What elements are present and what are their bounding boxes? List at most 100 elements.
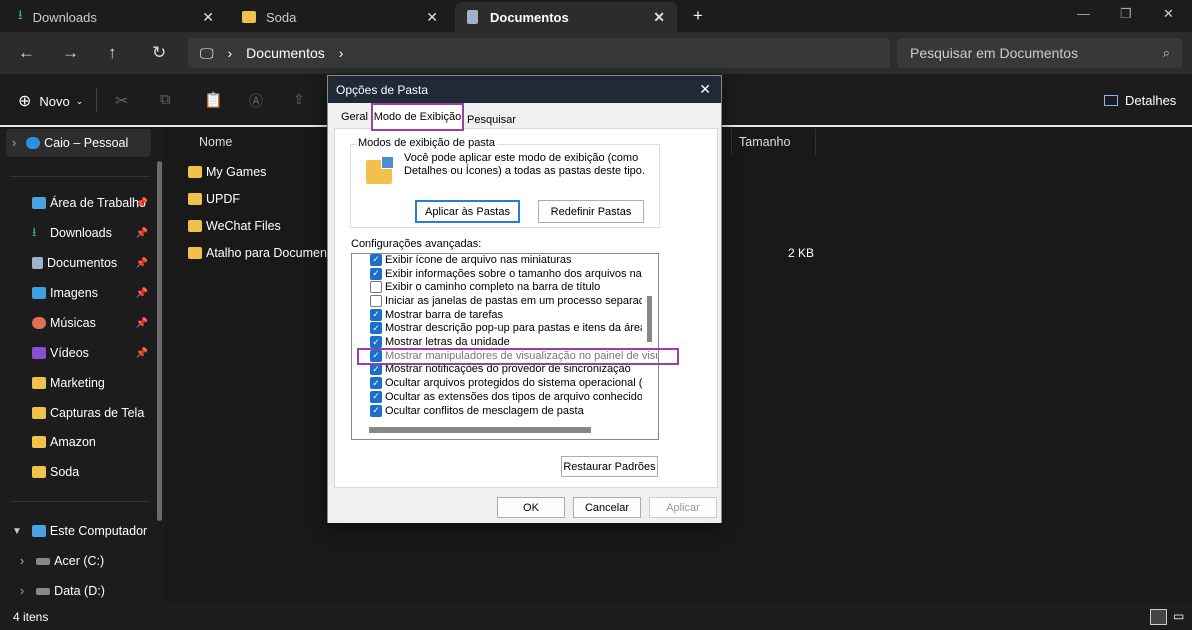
file-row[interactable]: WeChat Files [188, 219, 281, 233]
address-bar[interactable]: 🖵 › Documentos › [188, 38, 890, 68]
advanced-option[interactable]: ✓ Exibir informações sobre o tamanho dos … [370, 267, 642, 281]
file-name: WeChat Files [206, 219, 281, 233]
pin-icon[interactable]: 📌 [136, 258, 148, 269]
pin-icon[interactable]: 📌 [136, 318, 148, 329]
checkbox-unchecked[interactable] [370, 281, 382, 294]
refresh-icon[interactable]: ↻ [152, 43, 166, 63]
advanced-option[interactable]: Exibir o caminho completo na barra de tí… [370, 280, 642, 294]
back-icon[interactable]: ← [18, 43, 35, 63]
ok-button[interactable]: OK [497, 497, 565, 518]
advanced-settings-list[interactable]: ✓ Exibir ícone de arquivo nas miniaturas ✓… [351, 253, 659, 440]
sidebar-item-amazon[interactable]: Amazon [0, 428, 152, 456]
restore-defaults-button[interactable]: Restaurar Padrões [561, 456, 658, 477]
pin-icon[interactable]: 📌 [136, 348, 148, 359]
reset-folders-button[interactable]: Redefinir Pastas [538, 200, 644, 223]
advanced-option[interactable]: ✓ Mostrar letras da unidade [370, 335, 642, 349]
checkbox-checked[interactable]: ✓ [370, 308, 382, 321]
cut-icon[interactable]: ✂ [115, 91, 128, 111]
breadcrumb-documentos[interactable]: Documentos [246, 45, 325, 61]
up-icon[interactable]: ↑ [108, 43, 117, 63]
sidebar-item-desktop[interactable]: Área de Trabalho 📌 [0, 189, 152, 217]
tab-documentos[interactable]: Documentos ✕ [455, 2, 677, 32]
tiles-view-button[interactable]: ▭ [1173, 609, 1184, 623]
advanced-option[interactable]: ✓ Mostrar descrição pop-up para pastas e … [370, 322, 642, 336]
advanced-option[interactable]: Iniciar as janelas de pastas em um proce… [370, 294, 642, 308]
file-row[interactable]: Atalho para Documentos [188, 246, 344, 260]
checkbox-checked[interactable]: ✓ [370, 377, 382, 390]
tab-downloads[interactable]: ⭳ Downloads ✕ [6, 2, 226, 32]
advanced-option[interactable]: ✓ Ocultar conflitos de mesclagem de pasta [370, 404, 642, 418]
chevron-right-icon[interactable]: › [339, 45, 344, 61]
chevron-right-icon[interactable]: › [20, 584, 24, 598]
tab-pesquisar[interactable]: Pesquisar [467, 114, 516, 126]
minimize-button[interactable]: — [1077, 6, 1090, 21]
sidebar-label: Caio – Pessoal [44, 136, 129, 150]
column-divider[interactable] [731, 129, 732, 155]
sidebar-item-marketing[interactable]: Marketing [0, 369, 152, 397]
sidebar-item-music[interactable]: Músicas 📌 [0, 309, 152, 337]
tab-modo-de-exibicao[interactable]: Modo de Exibição [371, 103, 464, 131]
advanced-option[interactable]: ✓ Exibir ícone de arquivo nas miniaturas [370, 254, 642, 267]
close-tab-button[interactable]: ✕ [202, 9, 214, 26]
chevron-right-icon[interactable]: › [12, 136, 16, 150]
sidebar-item-documents[interactable]: Documentos 📌 [0, 249, 152, 277]
sidebar-scrollbar[interactable] [157, 161, 162, 521]
file-row[interactable]: My Games [188, 165, 266, 179]
rename-icon[interactable]: Ⓐ [249, 91, 263, 111]
close-tab-button[interactable]: ✕ [653, 9, 665, 26]
sidebar-item-pictures[interactable]: Imagens 📌 [0, 279, 152, 307]
column-divider[interactable] [815, 129, 816, 155]
pin-icon[interactable]: 📌 [136, 198, 148, 209]
apply-button[interactable]: Aplicar [649, 497, 717, 518]
advanced-option[interactable]: ✓ Ocultar arquivos protegidos do sistema … [370, 376, 642, 390]
sidebar-item-capturas[interactable]: Capturas de Tela [0, 399, 152, 427]
checkbox-checked[interactable]: ✓ [370, 254, 382, 266]
details-view-button[interactable] [1150, 609, 1167, 625]
sidebar-item-drive-d[interactable]: › Data (D:) [0, 577, 152, 605]
pin-icon[interactable]: 📌 [136, 228, 148, 239]
checkbox-checked[interactable]: ✓ [370, 404, 382, 417]
tab-soda[interactable]: Soda ✕ [230, 2, 450, 32]
pin-icon[interactable]: 📌 [136, 288, 148, 299]
advanced-option[interactable]: ✓ Ocultar as extensões dos tipos de arqui… [370, 390, 642, 404]
apply-to-folders-button[interactable]: Aplicar às Pastas [415, 200, 520, 223]
vertical-scrollbar[interactable] [647, 296, 652, 342]
new-button[interactable]: ⊕ Novo ⌄ [18, 91, 83, 111]
chevron-right-icon[interactable]: › [20, 554, 24, 568]
close-dialog-button[interactable]: ✕ [699, 81, 711, 98]
copy-icon[interactable]: ⧉ [160, 91, 171, 108]
close-tab-button[interactable]: ✕ [426, 9, 438, 26]
shortcut-folder-icon [188, 247, 202, 259]
tab-geral[interactable]: Geral [341, 111, 368, 123]
checkbox-checked[interactable]: ✓ [370, 336, 382, 349]
sidebar-item-videos[interactable]: Vídeos 📌 [0, 339, 152, 367]
checkbox-checked[interactable]: ✓ [370, 390, 382, 403]
maximize-button[interactable]: ❐ [1120, 6, 1132, 22]
tab-label: Documentos [490, 9, 569, 25]
file-name: UPDF [206, 192, 241, 206]
horizontal-scrollbar[interactable] [369, 427, 591, 433]
sidebar-item-drive-c[interactable]: › Acer (C:) [0, 547, 152, 575]
option-label: Mostrar descrição pop-up para pastas e i… [385, 322, 642, 335]
paste-icon[interactable]: 📋 [204, 91, 223, 109]
search-input[interactable]: Pesquisar em Documentos ⌕ [897, 38, 1182, 68]
sidebar-item-downloads[interactable]: ⭳ Downloads 📌 [0, 219, 152, 247]
column-header-name[interactable]: Nome [199, 135, 232, 149]
cancel-button[interactable]: Cancelar [573, 497, 641, 518]
details-button[interactable]: Detalhes [1104, 93, 1176, 108]
sidebar-item-onedrive[interactable]: › Caio – Pessoal [6, 129, 151, 157]
checkbox-checked[interactable]: ✓ [370, 363, 382, 376]
checkbox-checked[interactable]: ✓ [370, 322, 382, 335]
advanced-option[interactable]: ✓ Mostrar barra de tarefas [370, 308, 642, 322]
new-tab-button[interactable]: + [693, 6, 703, 26]
checkbox-unchecked[interactable] [370, 294, 382, 307]
share-icon[interactable]: ⇪ [293, 91, 305, 108]
close-window-button[interactable]: ✕ [1163, 6, 1174, 22]
checkbox-checked[interactable]: ✓ [370, 267, 382, 280]
sidebar-item-this-pc[interactable]: ▼ Este Computador [0, 517, 152, 545]
file-row[interactable]: UPDF [188, 192, 240, 206]
sidebar-item-soda[interactable]: Soda [0, 458, 152, 486]
chevron-down-icon[interactable]: ▼ [12, 526, 22, 537]
forward-icon[interactable]: → [62, 43, 79, 63]
column-header-size[interactable]: Tamanho [739, 135, 790, 149]
